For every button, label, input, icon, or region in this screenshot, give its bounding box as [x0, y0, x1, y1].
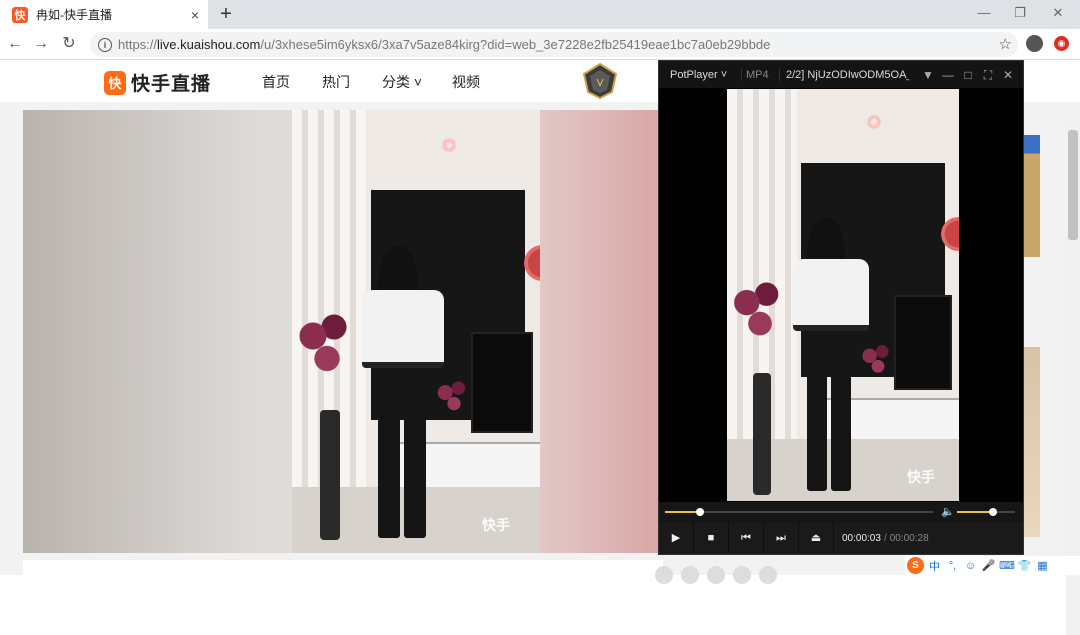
file-title: 2/2] NjUzODIwODM5OA_z: [779, 68, 909, 81]
extension-icon[interactable]: ◉: [1054, 36, 1069, 51]
pin-icon[interactable]: ▼: [919, 66, 937, 84]
television: [470, 331, 533, 434]
fullscreen-button[interactable]: ⛶: [979, 66, 997, 84]
play-button[interactable]: ▶: [659, 522, 694, 554]
person-top: [362, 290, 444, 368]
back-button[interactable]: ←: [4, 33, 26, 55]
share-icon[interactable]: [655, 566, 673, 584]
maximize-button[interactable]: □: [959, 66, 977, 84]
time-separator: /: [883, 532, 887, 544]
kuaishou-logo-icon: 快: [104, 70, 126, 95]
ceiling-lamp: [440, 136, 457, 153]
url-scheme: https://: [118, 37, 158, 52]
person-right-leg: [831, 331, 851, 491]
stop-button[interactable]: ■: [694, 522, 729, 554]
video-watermark: 快手: [907, 469, 935, 485]
potplayer-menu[interactable]: PotPlayer ˅: [659, 69, 741, 81]
ime-skin-icon[interactable]: 👕: [1017, 559, 1032, 572]
share-icon[interactable]: [733, 566, 751, 584]
person-left-leg: [378, 368, 400, 538]
small-flowers: [857, 339, 899, 381]
url-path: /u/3xhese5im6yksx6/3xa7v5aze84kirg?did=w…: [260, 37, 771, 52]
ime-emoji-icon[interactable]: ☺: [963, 560, 978, 572]
volume-level: [957, 511, 993, 513]
url-host: live.kuaishou.com: [157, 37, 261, 52]
flower-bouquet: [727, 269, 793, 353]
person-right-leg: [404, 368, 426, 538]
format-label: MP4: [741, 68, 779, 81]
site-logo[interactable]: 快 快手直播: [104, 69, 211, 96]
ime-chinese-mode[interactable]: 中: [927, 558, 942, 574]
previous-button[interactable]: ⏮: [729, 522, 764, 554]
nav-category[interactable]: 分类 ˅: [382, 72, 422, 92]
potplayer-window[interactable]: PotPlayer ˅ MP4 2/2] NjUzODIwODM5OA_z ▼ …: [658, 60, 1024, 555]
volume-slider[interactable]: [957, 508, 1015, 516]
live-video-player[interactable]: 快手: [23, 110, 663, 553]
nav-video[interactable]: 视频: [452, 72, 480, 92]
next-button[interactable]: ⏭: [764, 522, 799, 554]
small-flowers: [432, 375, 476, 419]
tab-title: 冉如-快手直播: [36, 8, 112, 22]
nav-hot[interactable]: 热门: [322, 72, 350, 92]
playback-controls: ▶ ■ ⏮ ⏭ ⏏ 00:00:03/00:00:28: [659, 522, 1023, 554]
seek-bar-area: 🔈: [659, 502, 1023, 522]
share-icon[interactable]: [681, 566, 699, 584]
potplayer-titlebar[interactable]: PotPlayer ˅ MP4 2/2] NjUzODIwODM5OA_z ▼ …: [659, 61, 1023, 88]
window-close-button[interactable]: ✕: [1038, 3, 1078, 23]
scrollbar-thumb[interactable]: [1068, 130, 1078, 240]
close-button[interactable]: ✕: [999, 66, 1017, 84]
site-info-icon[interactable]: i: [98, 37, 112, 52]
ime-voice-icon[interactable]: 🎤: [981, 559, 996, 572]
content-strip: [23, 560, 663, 575]
address-bar[interactable]: i https://live.kuaishou.com/u/3xhese5im6…: [90, 32, 1018, 57]
potplayer-video[interactable]: 快手: [727, 89, 959, 501]
bookmark-star-icon[interactable]: ☆: [999, 35, 1012, 53]
person-top: [793, 259, 869, 331]
kuaishou-favicon-icon: 快: [12, 6, 28, 23]
tab-close-icon[interactable]: ×: [182, 7, 208, 23]
logo-text: 快手直播: [131, 74, 212, 95]
time-display: 00:00:03/00:00:28: [834, 533, 929, 544]
seek-progress: [665, 511, 700, 513]
volume-handle[interactable]: [988, 508, 997, 516]
rank-badge-icon: V: [582, 62, 618, 100]
video-watermark: 快手: [482, 517, 510, 533]
window-restore-button[interactable]: ❐: [1000, 3, 1040, 23]
person-left-leg: [807, 331, 827, 491]
ime-keyboard-icon[interactable]: ⌨: [999, 559, 1015, 572]
reload-button[interactable]: ↻: [58, 33, 80, 55]
nav-home[interactable]: 首页: [262, 72, 290, 92]
eject-button[interactable]: ⏏: [799, 522, 834, 554]
share-icon[interactable]: [759, 566, 777, 584]
window-minimize-button[interactable]: —: [964, 3, 1004, 23]
new-tab-button[interactable]: +: [215, 3, 237, 25]
floor-vase: [320, 410, 340, 540]
toolbar: ← → ↻ i https://live.kuaishou.com/u/3xhe…: [0, 29, 1080, 60]
floor-vase: [753, 373, 771, 495]
url-text: https://live.kuaishou.com/u/3xhese5im6yk…: [118, 37, 770, 52]
sogou-logo-icon[interactable]: S: [907, 557, 924, 574]
minimize-button[interactable]: —: [939, 66, 957, 84]
seek-bar[interactable]: [665, 508, 933, 516]
forward-button[interactable]: →: [30, 33, 52, 55]
flower-bouquet: [292, 300, 362, 390]
total-duration: 00:00:28: [889, 532, 929, 544]
share-icon[interactable]: [707, 566, 725, 584]
ime-toolbox-icon[interactable]: ▦: [1035, 559, 1050, 572]
bottom-icons: [655, 566, 777, 584]
svg-text:V: V: [597, 78, 604, 89]
current-time: 00:00:03: [842, 532, 881, 544]
ime-punctuation[interactable]: °,: [945, 560, 960, 572]
ime-toolbar: S 中 °, ☺ 🎤 ⌨ 👕 ▦: [905, 556, 1080, 575]
browser-tab[interactable]: 快 冉如-快手直播 ×: [0, 0, 208, 29]
ceiling-lamp: [866, 113, 883, 130]
television: [894, 295, 953, 390]
volume-icon[interactable]: 🔈: [941, 505, 955, 518]
seek-handle[interactable]: [695, 508, 704, 516]
account-icon[interactable]: [1026, 35, 1043, 52]
tab-strip: 快 冉如-快手直播 × + — ❐ ✕: [0, 0, 1080, 29]
video-frame: 快手: [292, 110, 540, 553]
